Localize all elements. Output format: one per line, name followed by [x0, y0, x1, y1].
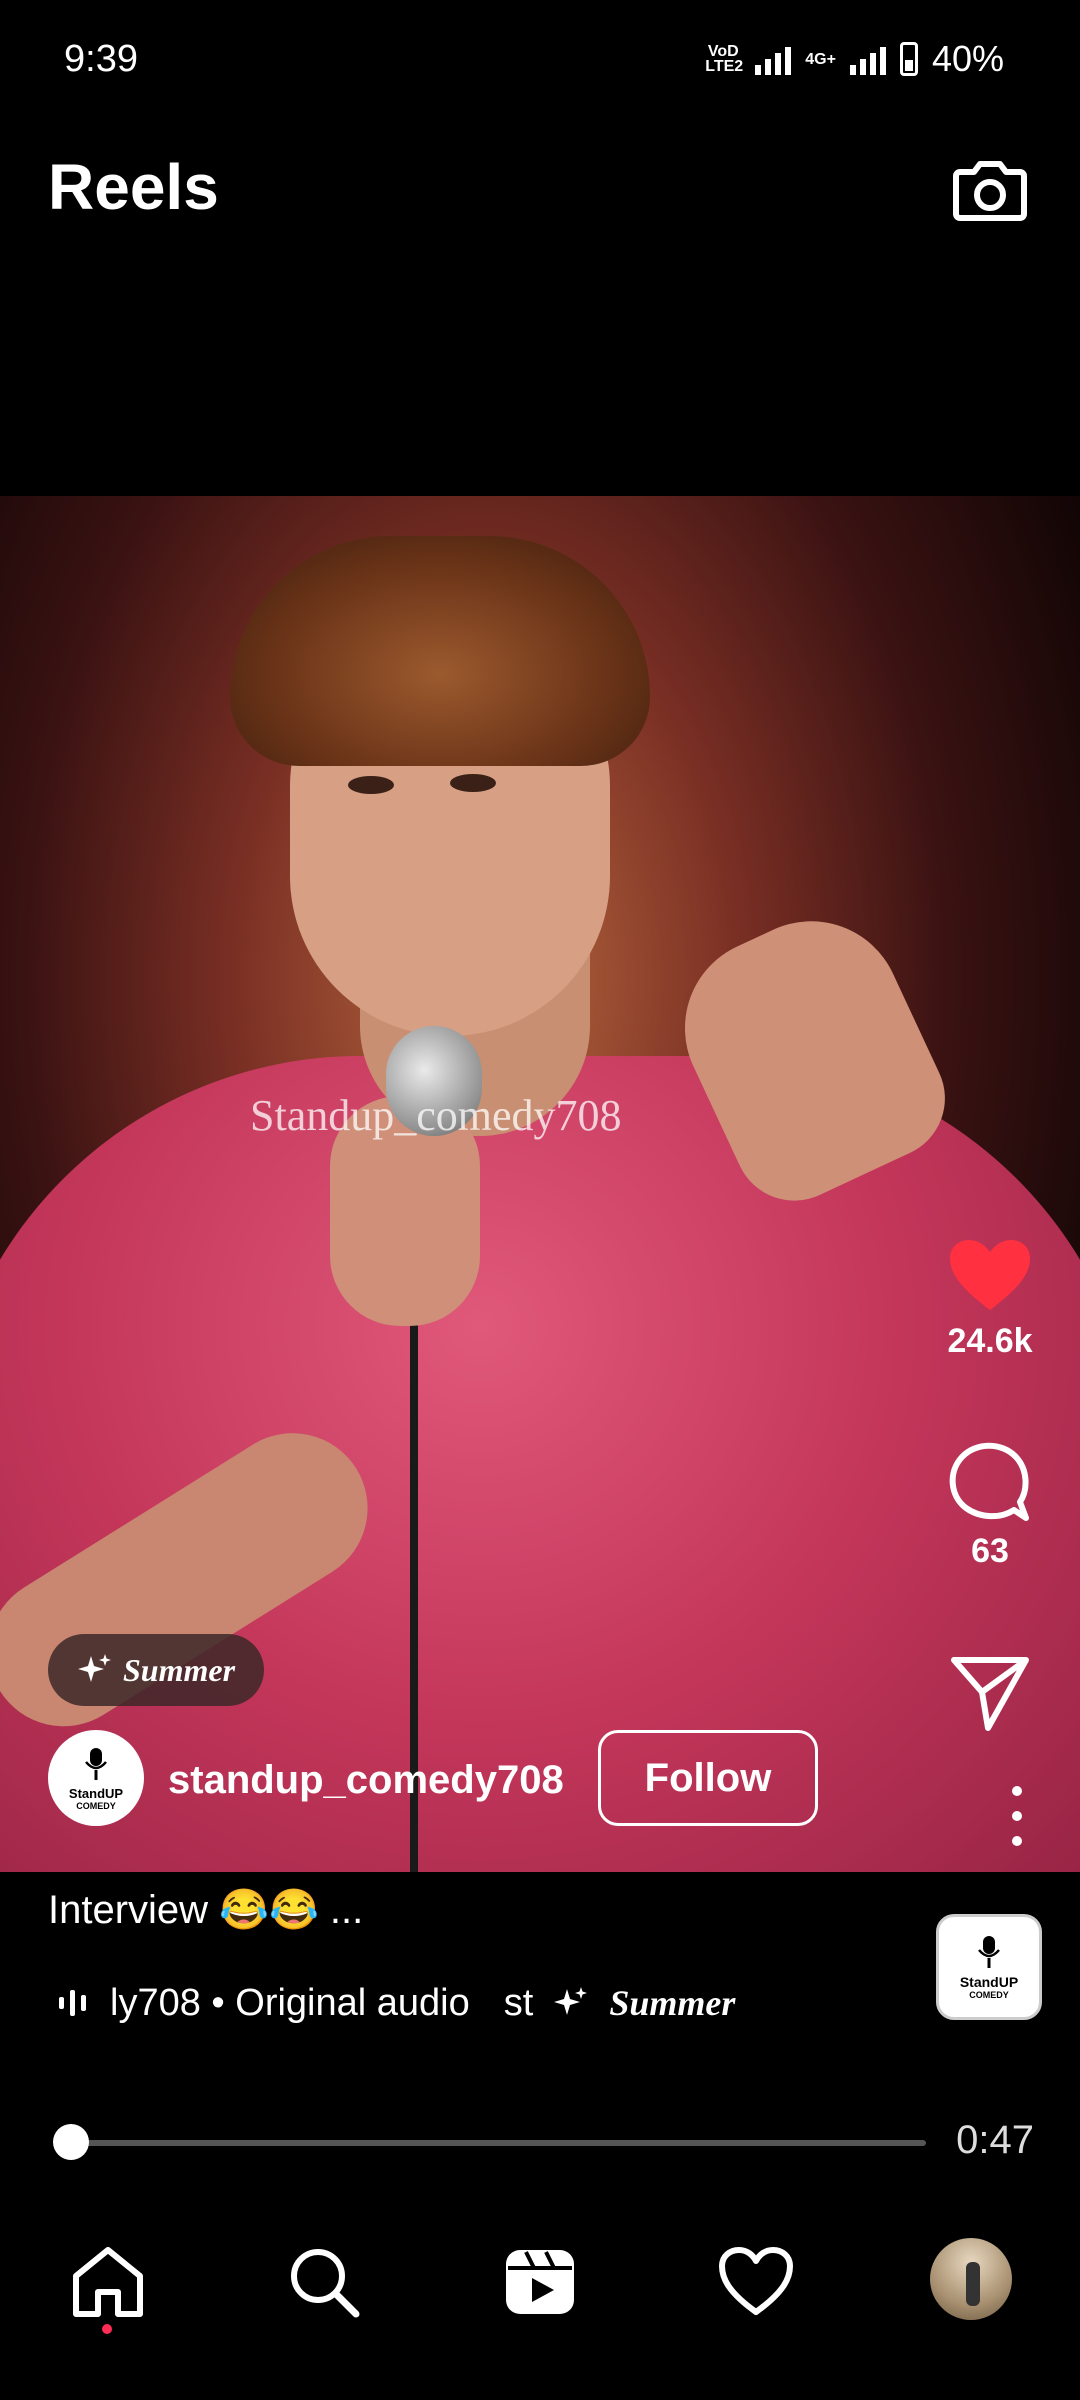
effect-label: Summer	[122, 1651, 236, 1688]
thumb-text: StandUP	[959, 1974, 1019, 1990]
audio-effect-prefix: st	[503, 1981, 534, 2024]
status-time: 9:39	[64, 38, 138, 80]
dot	[1012, 1836, 1022, 1846]
volte-indicator: VoD LTE2	[705, 43, 744, 75]
camera-icon[interactable]	[950, 150, 1030, 230]
reels-icon[interactable]	[500, 2242, 580, 2322]
page-title: Reels	[48, 151, 219, 223]
heart-icon[interactable]	[716, 2242, 796, 2322]
sparkles-icon	[77, 1654, 111, 1682]
audio-info[interactable]: ly708 • Original audio st Summer	[56, 1978, 796, 2028]
performer-shirt	[0, 1056, 1080, 1872]
like-count: 24.6k	[947, 1322, 1033, 1360]
author-username[interactable]: standup_comedy708	[168, 1758, 564, 1803]
network-type: 4G+	[805, 50, 836, 68]
progress-track[interactable]	[62, 2140, 926, 2146]
performer-eye	[348, 776, 394, 794]
performer-eye	[450, 774, 496, 792]
more-options-icon[interactable]	[1010, 1786, 1024, 1846]
thumb-subtext: COMEDY	[969, 1990, 1009, 2000]
search-icon[interactable]	[284, 2242, 364, 2322]
comment-icon[interactable]	[948, 1440, 1032, 1524]
signal-icon-2	[849, 43, 886, 75]
heart-filled-icon[interactable]	[948, 1238, 1032, 1314]
profile-avatar[interactable]	[930, 2238, 1012, 2320]
avatar-text: StandUP	[68, 1785, 124, 1801]
dot	[1012, 1811, 1022, 1821]
effect-chip[interactable]: Summer	[48, 1634, 264, 1706]
home-icon[interactable]	[68, 2242, 148, 2322]
comment-count: 63	[971, 1532, 1009, 1570]
microphone-logo-icon	[978, 1936, 1000, 1968]
audio-bars-icon	[59, 1990, 86, 2016]
microphone-logo-icon	[85, 1747, 107, 1780]
like-action[interactable]: 24.6k	[930, 1238, 1050, 1361]
follow-button[interactable]: Follow	[598, 1730, 818, 1826]
dot	[1012, 1786, 1022, 1796]
comment-action[interactable]: 63	[930, 1440, 1050, 1571]
status-icons: VoD LTE2 4G+ 40%	[705, 38, 1004, 80]
video-watermark: Standup_comedy708	[250, 1091, 622, 1140]
progress-scrubber[interactable]	[52, 2124, 89, 2160]
audio-thumbnail[interactable]: StandUP COMEDY	[936, 1914, 1042, 2020]
audio-effect-label: Summer	[609, 1983, 736, 2023]
signal-icon	[755, 43, 792, 75]
battery-icon	[899, 42, 918, 76]
battery-percent: 40%	[931, 38, 1004, 79]
notification-dot	[102, 2324, 112, 2334]
author-avatar[interactable]: StandUP COMEDY	[48, 1730, 144, 1826]
time-remaining: 0:47	[956, 2118, 1034, 2162]
reel-caption[interactable]: Interview 😂😂 ...	[48, 1886, 363, 1933]
performer-hair	[230, 536, 650, 766]
send-icon[interactable]	[948, 1650, 1032, 1734]
avatar-subtext: COMEDY	[76, 1800, 116, 1811]
audio-title: ly708 • Original audio	[110, 1981, 470, 2024]
sparkles-icon	[554, 1987, 588, 2015]
